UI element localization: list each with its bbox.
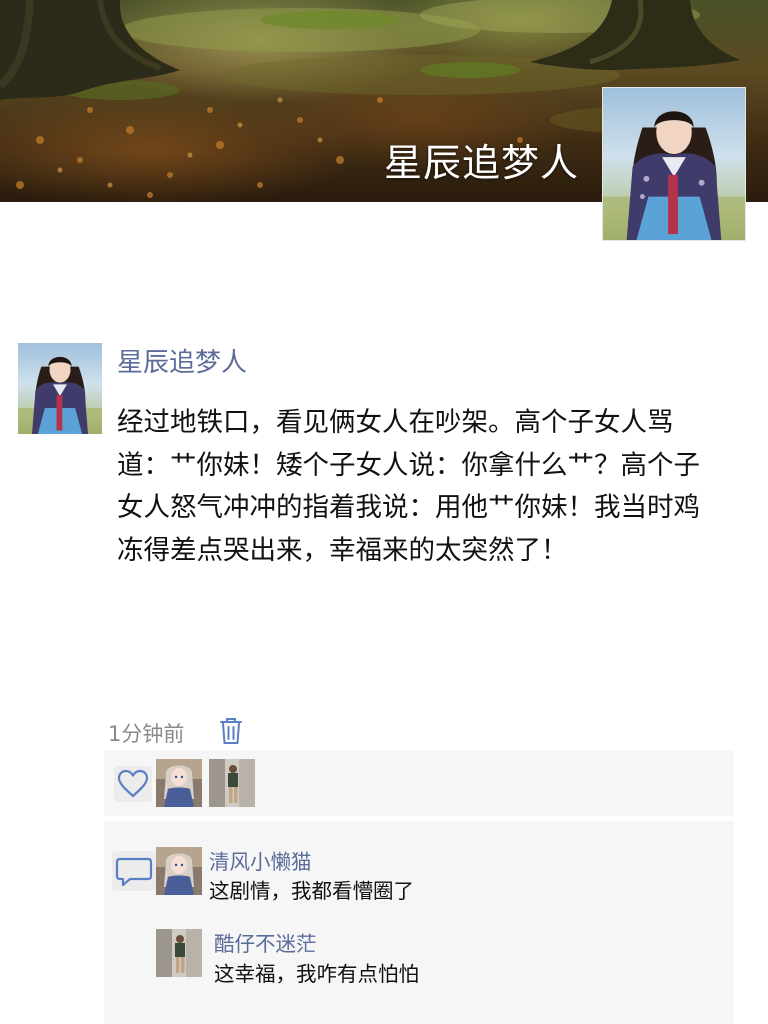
- anime-girl-avatar: [156, 759, 202, 807]
- like-user-avatar[interactable]: [156, 759, 202, 807]
- post-author-avatar[interactable]: [18, 343, 102, 434]
- likes-panel: [104, 750, 734, 816]
- trash-icon[interactable]: [219, 717, 243, 745]
- heart-icon[interactable]: [114, 766, 152, 802]
- hanbok-portrait-image: [603, 88, 745, 240]
- comment-user-avatar[interactable]: [156, 929, 202, 977]
- comment-user-name[interactable]: 清风小懒猫: [209, 845, 312, 875]
- comment-text: 这剧情，我都看懵圈了: [209, 879, 414, 903]
- cover-username: 星辰追梦人: [384, 141, 580, 185]
- hanbok-portrait-image: [18, 343, 102, 434]
- comment-bubble-icon[interactable]: [110, 849, 158, 893]
- comment-user-name[interactable]: 酷仔不迷茫: [214, 927, 317, 957]
- like-user-avatar[interactable]: [209, 759, 255, 807]
- anime-girl-avatar: [156, 847, 202, 895]
- post-timestamp: 1分钟前: [108, 722, 185, 746]
- street-man-avatar: [209, 759, 255, 807]
- street-man-avatar: [156, 929, 202, 977]
- comment-text: 这幸福，我咋有点怕怕: [214, 962, 419, 986]
- profile-avatar[interactable]: [602, 87, 746, 241]
- post-author-name[interactable]: 星辰追梦人: [117, 342, 247, 379]
- comments-panel: 清风小懒猫 这剧情，我都看懵圈了 酷仔不迷茫 这幸福，我咋有点怕怕: [104, 821, 734, 1024]
- post-content: 经过地铁口，看见俩女人在吵架。高个子女人骂道：艹你妹！矮个子女人说：你拿什么艹？…: [117, 407, 700, 566]
- comment-user-avatar[interactable]: [156, 847, 202, 895]
